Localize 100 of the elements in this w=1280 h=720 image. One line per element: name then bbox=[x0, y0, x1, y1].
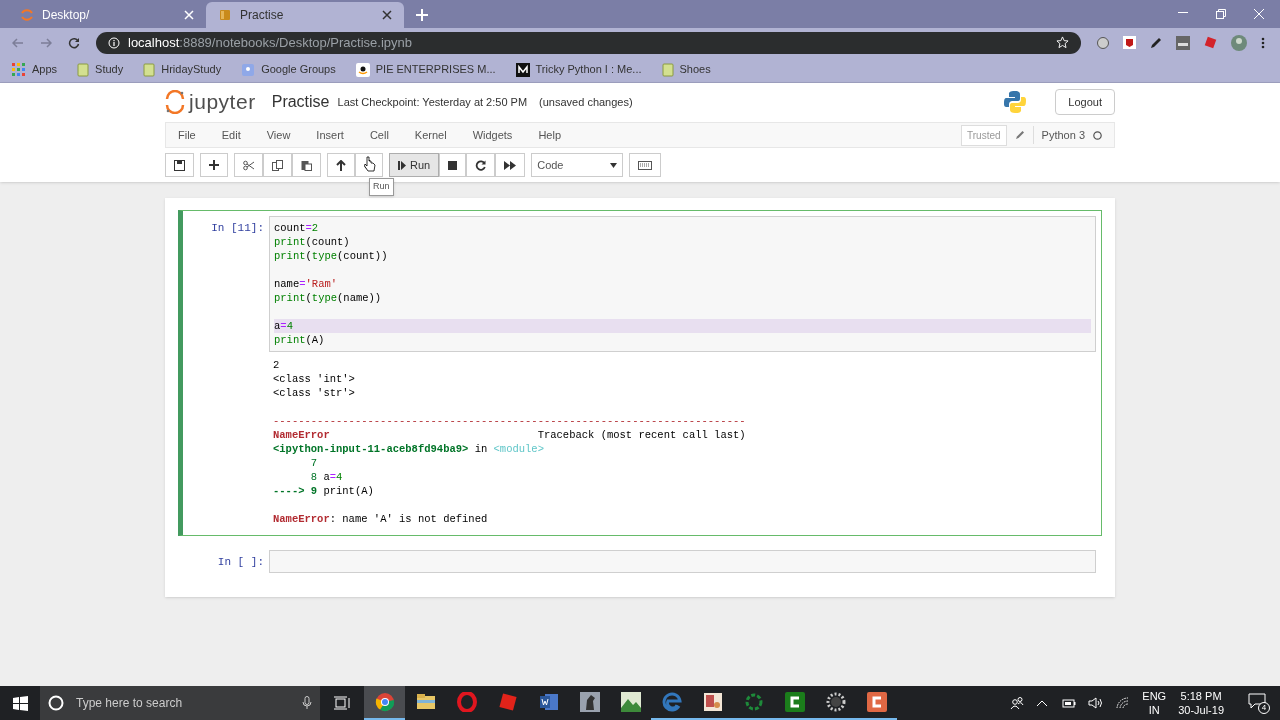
caret-icon bbox=[610, 162, 618, 168]
bookmark-link[interactable]: Tricky Python I : Me... bbox=[535, 61, 642, 78]
notifications-icon[interactable] bbox=[1248, 693, 1266, 709]
page-icon bbox=[143, 62, 156, 77]
avatar-icon[interactable] bbox=[1231, 34, 1247, 51]
output-line: 8 a=4 bbox=[309, 471, 343, 483]
menu-item[interactable]: Help bbox=[538, 126, 561, 144]
add-cell-button[interactable] bbox=[200, 153, 228, 177]
step-icon bbox=[398, 160, 406, 170]
language-indicator[interactable]: ENG bbox=[1142, 689, 1167, 703]
restore-icon[interactable] bbox=[1216, 9, 1226, 19]
folder-icon bbox=[415, 693, 436, 711]
menu-item[interactable]: Cell bbox=[369, 126, 389, 144]
run-button[interactable]: Run bbox=[389, 153, 440, 177]
star-icon[interactable] bbox=[1056, 36, 1069, 49]
menu-icon[interactable] bbox=[1261, 36, 1265, 49]
menu-item[interactable]: File bbox=[178, 126, 196, 144]
windows-logo-icon[interactable] bbox=[12, 695, 28, 711]
copy-icon bbox=[272, 159, 283, 171]
cut-button[interactable] bbox=[234, 153, 263, 177]
volume-icon[interactable] bbox=[1088, 697, 1105, 709]
clock-time[interactable]: 5:18 PM bbox=[1180, 689, 1222, 703]
arrow-up-icon bbox=[336, 159, 346, 171]
notebook-cell[interactable] bbox=[178, 210, 1102, 536]
bookmark-link[interactable]: Google Groups bbox=[261, 61, 336, 78]
page-icon bbox=[77, 62, 90, 77]
chevron-up-icon[interactable] bbox=[1036, 699, 1049, 707]
output-line: <class 'str'> bbox=[273, 387, 355, 399]
tab-title: Practise bbox=[240, 7, 285, 24]
keyboard-icon bbox=[638, 160, 653, 170]
people-icon[interactable] bbox=[1010, 696, 1025, 710]
new-tab-icon[interactable] bbox=[416, 9, 428, 21]
input-prompt: In [11]: bbox=[210, 221, 265, 236]
logout-button[interactable]: Logout bbox=[1055, 89, 1115, 115]
menu-item[interactable]: Edit bbox=[221, 126, 241, 144]
wifi-icon[interactable] bbox=[1116, 697, 1131, 709]
menu-item[interactable]: Insert bbox=[316, 126, 344, 144]
task-view-icon[interactable] bbox=[334, 696, 350, 710]
shield-icon[interactable] bbox=[1123, 36, 1136, 49]
url-text: localhost:8889/notebooks/Desktop/Practise.ipynb bbox=[128, 33, 413, 52]
book-icon bbox=[218, 8, 232, 22]
move-up-button[interactable] bbox=[327, 153, 355, 177]
bookmark-link[interactable]: PIE ENTERPRISES M... bbox=[375, 61, 496, 78]
address-field[interactable]: localhost:8889/notebooks/Desktop/Practise.ipynb bbox=[96, 31, 1081, 54]
code-line: print(A) bbox=[274, 334, 325, 346]
input-prompt: In [ ]: bbox=[216, 555, 265, 570]
bookmark-link[interactable]: Apps bbox=[32, 61, 58, 78]
menu-item[interactable]: View bbox=[266, 126, 291, 144]
scissors-icon bbox=[243, 159, 254, 171]
save-button[interactable] bbox=[165, 153, 194, 177]
plus-icon bbox=[209, 160, 219, 170]
kernel-idle-icon bbox=[1093, 130, 1102, 140]
bookmark-link[interactable]: Study bbox=[95, 61, 124, 78]
stop-button[interactable] bbox=[439, 153, 467, 177]
region-indicator[interactable]: IN bbox=[1148, 703, 1160, 717]
notebook-title[interactable]: Practise bbox=[271, 90, 330, 114]
copy-button[interactable] bbox=[263, 153, 292, 177]
presentation-icon bbox=[702, 692, 723, 712]
horse-icon bbox=[579, 692, 600, 712]
python-logo-icon bbox=[1003, 90, 1028, 114]
cursor-icon bbox=[364, 156, 376, 172]
pencil-icon[interactable] bbox=[1150, 36, 1162, 49]
reload-icon[interactable] bbox=[68, 36, 80, 49]
chrome-icon bbox=[374, 692, 395, 712]
paste-button[interactable] bbox=[292, 153, 321, 177]
code-line: print(type(name)) bbox=[274, 292, 382, 304]
keyboard-button[interactable] bbox=[629, 153, 662, 177]
info-icon bbox=[108, 36, 120, 49]
bookmark-link[interactable]: Shoes bbox=[679, 61, 711, 78]
edge-icon bbox=[661, 692, 682, 712]
cell-type-select[interactable]: Code bbox=[531, 153, 624, 177]
fast-forward-icon bbox=[504, 160, 517, 170]
logo-wordmark: jupyter bbox=[189, 89, 256, 116]
ring-icon bbox=[743, 692, 764, 712]
stop-icon bbox=[448, 160, 458, 170]
paste-icon bbox=[301, 159, 312, 171]
menu-item[interactable]: Widgets bbox=[472, 126, 513, 144]
pencil-icon[interactable] bbox=[1014, 130, 1025, 140]
close-icon[interactable] bbox=[382, 10, 392, 20]
checkpoint-text: Last Checkpoint: Yesterday at 2:50 PM bbox=[337, 94, 528, 110]
microphone-icon[interactable] bbox=[302, 696, 312, 710]
browser-tab[interactable]: Practise bbox=[206, 2, 404, 28]
jupyter-logo-icon bbox=[165, 90, 185, 114]
tab-title: Desktop/ bbox=[42, 7, 91, 24]
bookmark-link[interactable]: HridayStudy bbox=[161, 61, 222, 78]
browser-tab[interactable]: Desktop/ bbox=[8, 2, 206, 28]
minimize-icon[interactable] bbox=[1178, 12, 1188, 14]
output-line: NameError: name 'A' is not defined bbox=[273, 513, 488, 525]
notification-count: 4 bbox=[1258, 702, 1270, 714]
menu-item[interactable]: Kernel bbox=[414, 126, 447, 144]
jupyter-icon bbox=[20, 8, 34, 22]
run-all-button[interactable] bbox=[495, 153, 526, 177]
output-line: <ipython-input-11-aceb8fd94ba9> in <module> bbox=[273, 443, 544, 455]
restart-button[interactable] bbox=[466, 153, 496, 177]
search-field[interactable]: Type here to search bbox=[40, 686, 320, 720]
extension-icon[interactable] bbox=[1097, 36, 1109, 49]
notebook-cell[interactable]: In [ ]: bbox=[178, 544, 1102, 579]
cortana-icon bbox=[48, 695, 64, 711]
clock-date[interactable]: 30-Jul-19 bbox=[1178, 703, 1224, 717]
code-editor[interactable]: count=2 print(count) print(type(count)) name='Ram' print(type(name)) a=4 print(A) bbox=[269, 216, 1096, 352]
